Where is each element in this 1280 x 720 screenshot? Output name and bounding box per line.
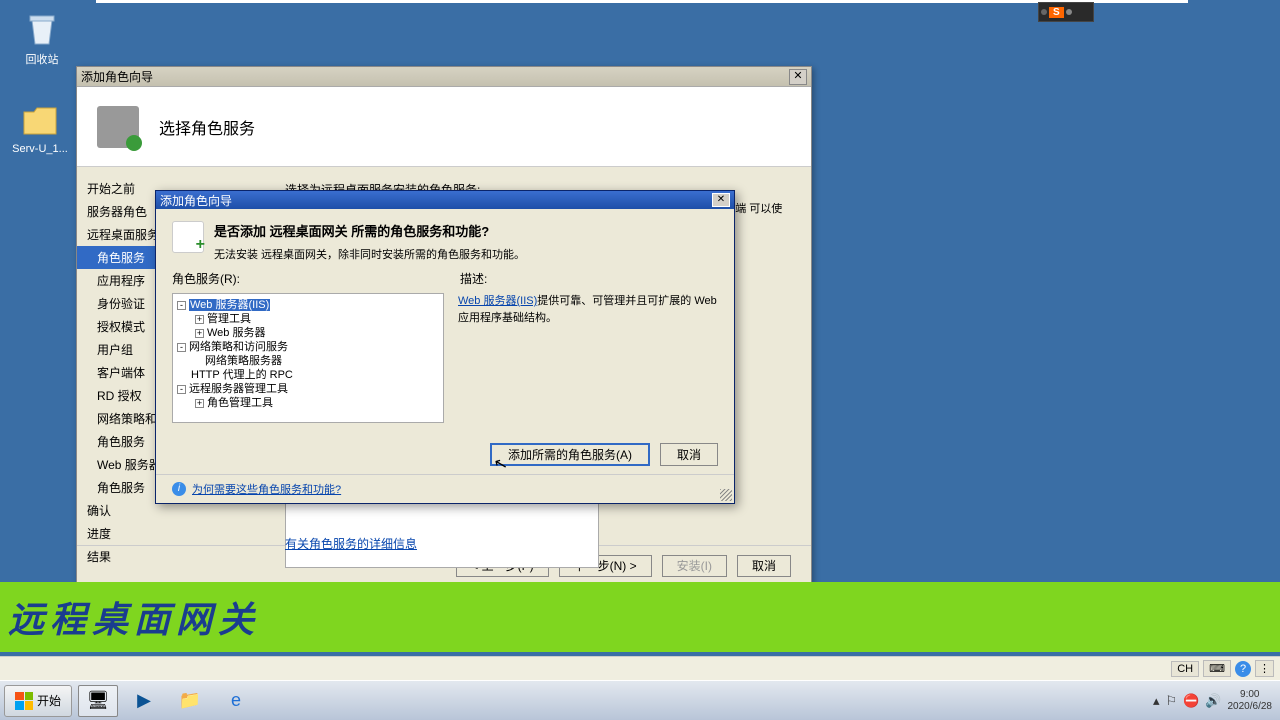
tree-item-rsat[interactable]: 远程服务器管理工具: [189, 383, 288, 395]
banner-text: 远程桌面网关: [8, 591, 260, 643]
modal-title: 添加角色向导: [160, 192, 712, 209]
nav-item[interactable]: 进度: [77, 522, 267, 545]
tree-expand-icon[interactable]: +: [195, 329, 204, 338]
notification-strip: CH ⌨ ? ⋮: [0, 656, 1280, 680]
modal-titlebar[interactable]: 添加角色向导 ✕: [156, 191, 734, 209]
iis-link[interactable]: Web 服务器(IIS): [458, 295, 537, 307]
role-add-icon: [172, 221, 204, 253]
taskbar-ie[interactable]: e: [216, 685, 256, 717]
close-icon[interactable]: ✕: [789, 69, 807, 85]
modal-cancel-button[interactable]: 取消: [660, 443, 718, 466]
tree-item-webserver[interactable]: Web 服务器: [207, 327, 265, 339]
resize-grip[interactable]: [720, 489, 732, 501]
tree-collapse-icon[interactable]: -: [177, 343, 186, 352]
modal-description: Web 服务器(IIS)提供可靠、可管理并且可扩展的 Web 应用程序基础结构。: [458, 293, 718, 423]
recycle-bin-icon[interactable]: 回收站: [10, 8, 74, 67]
taskbar: 开始 🖥 ▶ 📁 e ▴ ⚐ ⛔ 🔊 9:00 2020/6/28: [0, 680, 1280, 720]
start-button[interactable]: 开始: [4, 685, 72, 717]
folder-servu[interactable]: Serv-U_1...: [8, 100, 72, 155]
modal-col2: 描述:: [460, 270, 487, 287]
wizard-header: 选择角色服务: [77, 87, 811, 167]
modal-col1: 角色服务(R):: [172, 270, 240, 287]
caption-banner: 远程桌面网关: [0, 582, 1280, 652]
add-required-button[interactable]: 添加所需的角色服务(A): [490, 443, 650, 466]
tray-flag-icon[interactable]: ⚐: [1165, 693, 1177, 709]
lang-indicator[interactable]: CH: [1171, 661, 1199, 677]
confirm-add-dialog: 添加角色向导 ✕ 是否添加 远程桌面网关 所需的角色服务和功能? 无法安装 远程…: [155, 190, 735, 504]
info-icon: i: [172, 482, 186, 496]
tree-item-rolemgmt[interactable]: 角色管理工具: [207, 397, 273, 409]
folder-label: Serv-U_1...: [12, 143, 68, 155]
server-role-icon: [97, 106, 139, 148]
system-clock[interactable]: 9:00 2020/6/28: [1228, 689, 1273, 713]
wizard-heading: 选择角色服务: [159, 115, 255, 139]
taskbar-powershell[interactable]: ▶: [124, 685, 164, 717]
modal-footer: i 为何需要这些角色服务和功能?: [156, 474, 734, 503]
more-info-link[interactable]: 有关角色服务的详细信息: [285, 535, 417, 552]
recycle-bin-label: 回收站: [26, 54, 59, 66]
clock-time: 9:00: [1228, 689, 1273, 701]
required-roles-tree[interactable]: -Web 服务器(IIS) +管理工具 +Web 服务器 -网络策略和访问服务 …: [172, 293, 444, 423]
tray-volume-icon[interactable]: 🔊: [1205, 693, 1221, 709]
cancel-button[interactable]: 取消: [737, 555, 791, 577]
taskbar-server-manager[interactable]: 🖥: [78, 685, 118, 717]
tray-up-icon[interactable]: ▴: [1153, 693, 1160, 709]
tree-item-http-rpc[interactable]: HTTP 代理上的 RPC: [191, 369, 293, 381]
tree-collapse-icon[interactable]: -: [177, 385, 186, 394]
main-title: 添加角色向导: [81, 68, 789, 85]
tree-collapse-icon[interactable]: -: [177, 301, 186, 310]
why-needed-link[interactable]: 为何需要这些角色服务和功能?: [192, 481, 341, 497]
modal-subtext: 无法安装 远程桌面网关，除非同时安装所需的角色服务和功能。: [214, 246, 525, 262]
tray-network-icon[interactable]: ⛔: [1183, 693, 1199, 709]
clock-date: 2020/6/28: [1228, 701, 1273, 713]
taskbar-explorer[interactable]: 📁: [170, 685, 210, 717]
keyboard-icon[interactable]: ⌨: [1203, 660, 1231, 677]
tree-expand-icon[interactable]: +: [195, 399, 204, 408]
windows-logo-icon: [15, 692, 33, 710]
tree-item-mgmt[interactable]: 管理工具: [207, 313, 251, 325]
nav-item[interactable]: 结果: [77, 545, 267, 568]
ime-indicator[interactable]: S: [1038, 2, 1094, 22]
start-label: 开始: [37, 692, 61, 709]
modal-question: 是否添加 远程桌面网关 所需的角色服务和功能?: [214, 221, 525, 240]
tree-item-nps[interactable]: 网络策略和访问服务: [189, 341, 288, 353]
main-titlebar[interactable]: 添加角色向导 ✕: [77, 67, 811, 87]
tree-item-npsserver[interactable]: 网络策略服务器: [205, 355, 282, 367]
tree-expand-icon[interactable]: +: [195, 315, 204, 324]
help-icon[interactable]: ?: [1235, 661, 1251, 677]
rdp-top-bar: [96, 0, 1188, 3]
install-button: 安装(I): [662, 555, 727, 577]
menu-icon[interactable]: ⋮: [1255, 660, 1274, 677]
modal-close-icon[interactable]: ✕: [712, 193, 730, 207]
tree-item-iis[interactable]: Web 服务器(IIS): [189, 299, 270, 311]
